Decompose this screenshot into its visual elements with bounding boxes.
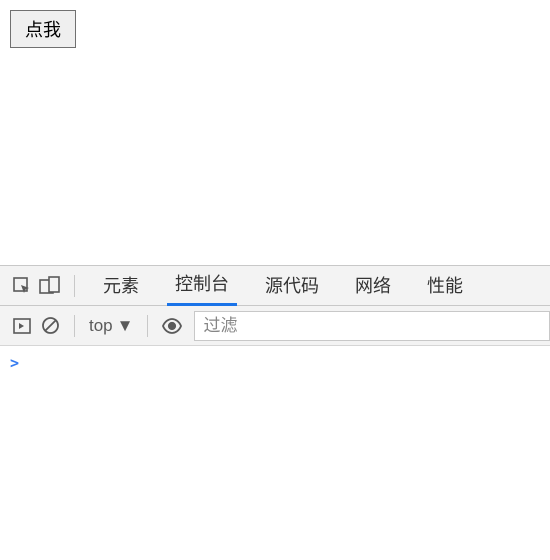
divider — [74, 275, 75, 297]
tab-console[interactable]: 控制台 — [167, 266, 237, 306]
chevron-down-icon: ▼ — [117, 316, 134, 336]
context-label: top — [89, 316, 113, 336]
devtools-tab-bar: 元素 控制台 源代码 网络 性能 — [0, 266, 550, 306]
clear-console-icon[interactable] — [36, 312, 64, 340]
console-prompt: > — [10, 354, 19, 372]
console-toolbar: top ▼ — [0, 306, 550, 346]
divider — [74, 315, 75, 337]
filter-input[interactable] — [194, 311, 550, 341]
tab-network[interactable]: 网络 — [347, 266, 399, 306]
divider — [147, 315, 148, 337]
console-output[interactable]: > — [0, 346, 550, 560]
eye-icon[interactable] — [158, 312, 186, 340]
tab-sources[interactable]: 源代码 — [257, 266, 327, 306]
tab-elements[interactable]: 元素 — [95, 266, 147, 306]
page-viewport: 点我 — [0, 0, 550, 265]
tab-performance[interactable]: 性能 — [419, 266, 471, 306]
inspect-element-icon[interactable] — [8, 272, 36, 300]
devtools-panel: 元素 控制台 源代码 网络 性能 top ▼ — [0, 265, 550, 560]
context-selector[interactable]: top ▼ — [85, 316, 137, 336]
toggle-sidebar-icon[interactable] — [8, 312, 36, 340]
click-me-button[interactable]: 点我 — [10, 10, 76, 48]
device-toolbar-icon[interactable] — [36, 272, 64, 300]
